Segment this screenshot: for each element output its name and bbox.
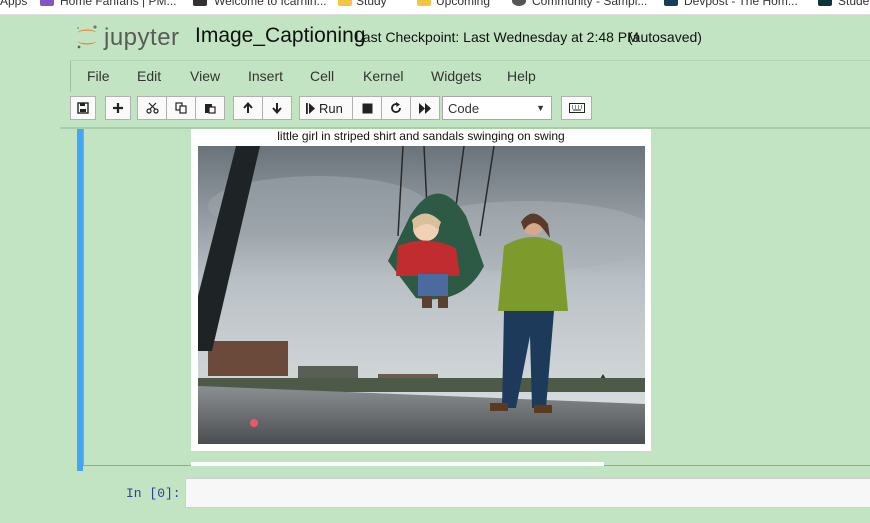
restart-icon [391, 102, 401, 113]
bookmark-community[interactable]: Community - Sampl... [532, 0, 647, 8]
bookmarks-bar: Apps Home Fanfans | PM... Welcome to Ica… [0, 0, 870, 15]
bookmark-icon [664, 0, 678, 6]
bookmark-study[interactable]: Study [356, 0, 387, 8]
interrupt-button[interactable] [352, 96, 382, 120]
save-button[interactable] [70, 96, 96, 120]
notebook-name[interactable]: Image_Captioning [195, 24, 365, 48]
toolbar: Run Code ▼ [70, 96, 870, 122]
run-label: Run [319, 100, 343, 116]
insert-cell-button[interactable] [105, 96, 131, 120]
cut-button[interactable] [137, 96, 167, 120]
output-figure: little girl in striped shirt and sandals… [191, 129, 651, 451]
autosave-status: (autosaved) [628, 29, 702, 45]
bookmark-welcome[interactable]: Welcome to Icarnin... [214, 0, 327, 8]
menu-insert[interactable]: Insert [248, 68, 283, 84]
code-cell-input[interactable] [185, 478, 870, 508]
cell-type-value: Code [448, 101, 480, 116]
folder-icon [338, 0, 352, 6]
paste-button[interactable] [195, 96, 225, 120]
menu-file[interactable]: File [87, 68, 110, 84]
menu-edit[interactable]: Edit [137, 68, 161, 84]
keyboard-icon [568, 103, 585, 113]
paste-icon [205, 104, 216, 114]
bookmark-apps[interactable]: Apps [0, 0, 27, 8]
menu-help[interactable]: Help [507, 68, 536, 84]
menu-view[interactable]: View [190, 68, 220, 84]
move-up-button[interactable] [233, 96, 263, 120]
copy-icon [175, 102, 187, 114]
bookmark-icon [40, 0, 54, 6]
step-forward-icon [306, 102, 315, 114]
menu-widgets[interactable]: Widgets [431, 68, 482, 84]
restart-button[interactable] [381, 96, 411, 120]
scissors-icon [145, 102, 159, 114]
bookmark-stude[interactable]: Stude... [838, 0, 870, 8]
save-icon [77, 102, 89, 114]
logo-text: jupyter [104, 24, 180, 51]
fast-forward-icon [418, 102, 431, 114]
cell-type-select[interactable]: Code ▼ [442, 96, 552, 120]
move-down-button[interactable] [262, 96, 292, 120]
bookmark-home[interactable]: Home Fanfans | PM... [60, 0, 177, 8]
bookmark-devpost[interactable]: Devpost - The Hom... [684, 0, 798, 8]
bookmark-upcoming[interactable]: Upcoming [436, 0, 490, 8]
menu-kernel[interactable]: Kernel [363, 68, 403, 84]
bookmark-icon [818, 0, 832, 6]
menu-cell[interactable]: Cell [310, 68, 334, 84]
folder-icon [417, 0, 431, 6]
output-image [198, 146, 645, 444]
menubar: File Edit View Insert Cell Kernel Widget… [70, 60, 870, 92]
run-button[interactable]: Run [299, 96, 353, 120]
command-palette-button[interactable] [561, 96, 592, 120]
chevron-down-icon: ▼ [536, 103, 545, 113]
restart-run-all-button[interactable] [410, 96, 440, 120]
figure-caption: little girl in striped shirt and sandals… [277, 129, 565, 143]
arrow-up-icon [243, 102, 253, 113]
playground-swing-photo [198, 146, 645, 444]
arrow-down-icon [272, 103, 282, 114]
plus-icon [113, 103, 123, 113]
notebook-header: jupyter Image_Captioning Last Checkpoint… [0, 15, 870, 59]
stop-icon [362, 103, 372, 113]
next-output-edge [191, 462, 604, 466]
input-prompt: In [0]: [126, 486, 181, 501]
copy-button[interactable] [166, 96, 196, 120]
jupyter-logo-icon[interactable] [74, 24, 100, 50]
bookmark-icon [512, 0, 526, 6]
bookmark-icon [193, 0, 207, 6]
checkpoint-status: Last Checkpoint: Last Wednesday at 2:48 … [355, 29, 639, 45]
